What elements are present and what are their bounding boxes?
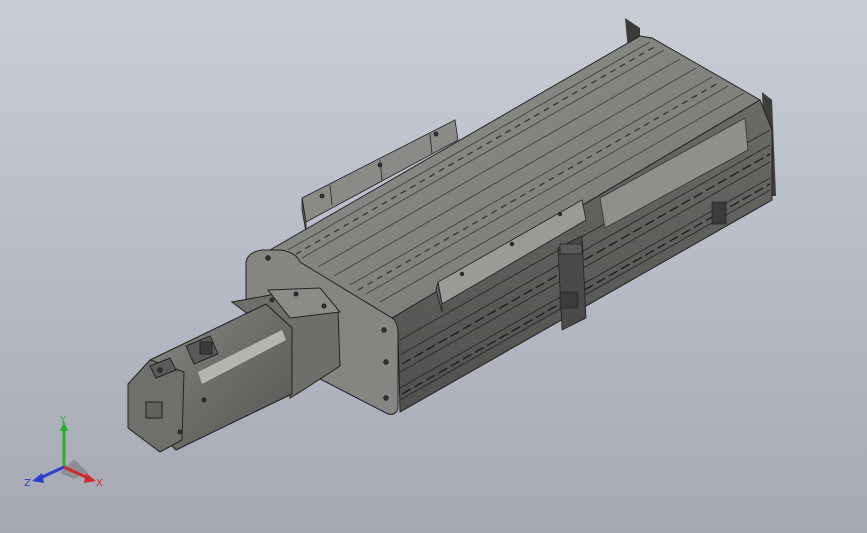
coordinate-triad: Y X Z [24, 415, 103, 489]
y-axis-label: Y [59, 415, 67, 426]
cad-graphics-viewport[interactable]: Y X Z [0, 0, 867, 533]
servo-motor [127, 303, 293, 453]
x-axis-label: X [96, 478, 103, 489]
linear-actuator-model[interactable] [0, 0, 867, 533]
z-axis-label: Z [24, 478, 31, 489]
